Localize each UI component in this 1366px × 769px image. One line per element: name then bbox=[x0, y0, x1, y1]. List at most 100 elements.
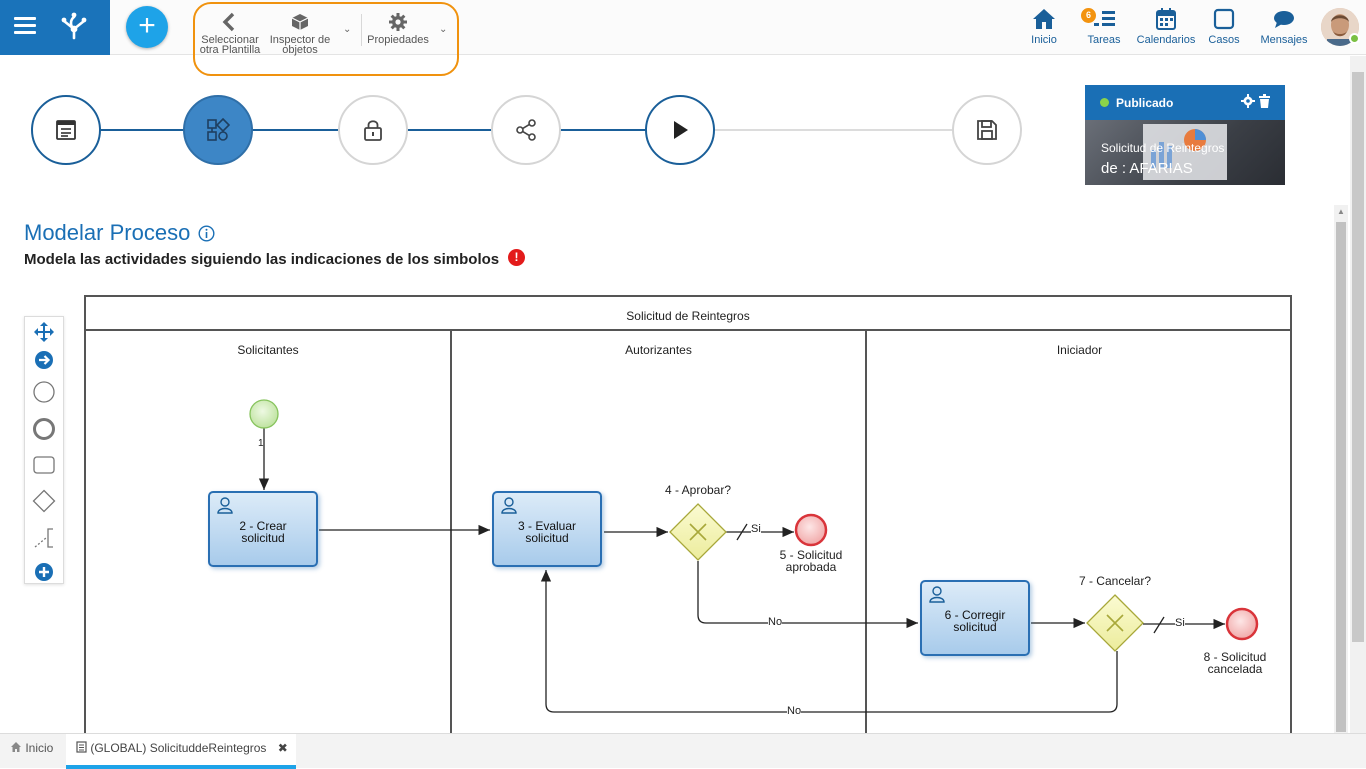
move-tool[interactable] bbox=[25, 317, 63, 347]
play-icon bbox=[674, 121, 688, 139]
annotation-tool[interactable] bbox=[25, 523, 63, 553]
status-author: de : AFARIAS bbox=[1101, 160, 1193, 177]
add-button[interactable]: + bbox=[126, 6, 168, 48]
lane-label: Iniciador bbox=[1056, 343, 1103, 357]
flow-label: No bbox=[787, 705, 802, 717]
info-icon[interactable] bbox=[198, 225, 215, 242]
menu-block bbox=[0, 0, 110, 55]
home-icon bbox=[11, 742, 21, 752]
annotation-icon bbox=[34, 528, 53, 548]
more-tools[interactable] bbox=[25, 557, 63, 587]
gateway-tool[interactable] bbox=[25, 486, 63, 516]
share-icon bbox=[516, 119, 536, 141]
hamburger-icon[interactable] bbox=[14, 17, 36, 35]
properties-label: Propiedades bbox=[367, 34, 429, 46]
close-tab-icon[interactable]: ✖ bbox=[278, 741, 288, 755]
nav-cases[interactable]: Casos bbox=[1206, 6, 1242, 46]
chevron-down-icon[interactable]: ⌄ bbox=[343, 24, 351, 35]
page-title: Modelar Proceso bbox=[24, 220, 191, 245]
toolbar-separator bbox=[361, 14, 362, 46]
warning-icon[interactable]: ! bbox=[508, 249, 525, 266]
connect-tool[interactable] bbox=[25, 345, 63, 375]
step-connector bbox=[252, 129, 338, 131]
page-scrollbar-thumb[interactable] bbox=[1352, 72, 1364, 642]
status-header: Publicado bbox=[1085, 85, 1285, 120]
nav-tasks-label: Tareas bbox=[1087, 34, 1121, 46]
end-event-tool[interactable] bbox=[25, 414, 63, 444]
task-tool[interactable] bbox=[25, 450, 63, 480]
scroll-up-arrow-icon[interactable]: ▲ bbox=[1336, 207, 1346, 217]
shape-palette bbox=[24, 316, 64, 584]
lane-label: Solicitantes bbox=[237, 343, 299, 357]
tab-process[interactable]: (GLOBAL) SolicituddeReintegros ✖ bbox=[66, 734, 296, 769]
nav-calendars[interactable]: Calendarios bbox=[1134, 6, 1198, 46]
step-execute[interactable] bbox=[645, 95, 715, 165]
end-event-label: 8 - Solicitud cancelada bbox=[1203, 650, 1267, 676]
task-crear-solicitud[interactable]: 2 - Crear solicitud bbox=[208, 491, 318, 567]
rounded-rect-icon bbox=[33, 456, 55, 474]
step-connector bbox=[714, 129, 954, 131]
nav-home[interactable]: Inicio bbox=[1027, 6, 1061, 46]
start-event-tool[interactable] bbox=[25, 377, 63, 407]
status-label: Publicado bbox=[1116, 96, 1174, 110]
page-subtitle: Modela las actividades siguiendo las ind… bbox=[24, 251, 500, 268]
cube-icon bbox=[291, 14, 309, 30]
toolbar-group: Seleccionar otra Plantilla Inspector de … bbox=[193, 2, 459, 76]
nav-messages[interactable]: Mensajes bbox=[1258, 6, 1310, 46]
chevron-down-icon[interactable]: ⌄ bbox=[439, 24, 447, 35]
chat-icon bbox=[1274, 11, 1294, 28]
arrow-right-circle-icon bbox=[35, 351, 53, 369]
properties-button[interactable]: Propiedades bbox=[365, 12, 431, 46]
nav-calendars-label: Calendarios bbox=[1136, 34, 1196, 46]
bottom-tab-bar: Inicio (GLOBAL) SolicituddeReintegros ✖ bbox=[0, 733, 1366, 769]
tab-process-label: (GLOBAL) SolicituddeReintegros bbox=[90, 741, 267, 755]
step-connector bbox=[406, 129, 492, 131]
task-evaluar-solicitud[interactable]: 3 - Evaluar solicitud bbox=[492, 491, 602, 567]
gateway-label: 4 - Aprobar? bbox=[664, 483, 732, 497]
lane-iniciador[interactable]: Iniciador bbox=[867, 331, 1292, 761]
tab-home-label: Inicio bbox=[25, 741, 54, 755]
flow-label: Si bbox=[751, 523, 761, 535]
step-security[interactable] bbox=[338, 95, 408, 165]
step-save[interactable] bbox=[952, 95, 1022, 165]
task-corregir-solicitud[interactable]: 6 - Corregir solicitud bbox=[920, 580, 1030, 656]
user-icon bbox=[217, 497, 233, 514]
nav-messages-label: Mensajes bbox=[1260, 34, 1308, 46]
save-icon bbox=[977, 120, 997, 140]
select-template-button[interactable]: Seleccionar otra Plantilla bbox=[199, 12, 261, 56]
status-process-title: Solicitud de Reintegros bbox=[1101, 141, 1225, 155]
lock-icon bbox=[364, 120, 382, 141]
pool-title: Solicitud de Reintegros bbox=[86, 297, 1290, 331]
diagram-scrollbar-thumb[interactable] bbox=[1336, 222, 1346, 732]
step-form[interactable] bbox=[31, 95, 101, 165]
task-label: 6 - Corregir solicitud bbox=[944, 608, 1006, 634]
chevron-left-icon bbox=[222, 12, 235, 32]
logo-icon[interactable] bbox=[56, 8, 92, 44]
nav-tasks[interactable]: 6 Tareas bbox=[1081, 6, 1124, 46]
circle-thick-icon bbox=[33, 418, 55, 440]
gear-icon[interactable] bbox=[1240, 94, 1255, 108]
object-inspector-line2: objetos bbox=[282, 44, 318, 56]
step-integration[interactable] bbox=[491, 95, 561, 165]
home-icon bbox=[1033, 9, 1055, 29]
gear-icon bbox=[389, 13, 407, 31]
status-card[interactable]: Publicado Solicitud de Reintegros de : A… bbox=[1085, 85, 1285, 185]
move-icon bbox=[34, 322, 54, 342]
calendar-icon bbox=[1156, 8, 1176, 30]
lane-label: Autorizantes bbox=[625, 343, 692, 357]
object-inspector-button[interactable]: Inspector de objetos bbox=[267, 12, 333, 56]
step-connector bbox=[100, 129, 184, 131]
circle-thin-icon bbox=[33, 381, 55, 403]
diamond-icon bbox=[32, 489, 56, 513]
step-connector bbox=[560, 129, 646, 131]
step-model[interactable] bbox=[183, 95, 253, 165]
select-template-line2: otra Plantilla bbox=[199, 44, 261, 56]
status-actions bbox=[1240, 94, 1271, 111]
gateway-label: 7 - Cancelar? bbox=[1078, 574, 1152, 588]
flow-label: No bbox=[768, 616, 783, 628]
user-icon bbox=[929, 586, 945, 603]
trash-icon[interactable] bbox=[1258, 94, 1271, 108]
tab-home[interactable]: Inicio bbox=[0, 734, 64, 769]
start-event-label: 1 bbox=[258, 438, 264, 449]
user-icon bbox=[501, 497, 517, 514]
